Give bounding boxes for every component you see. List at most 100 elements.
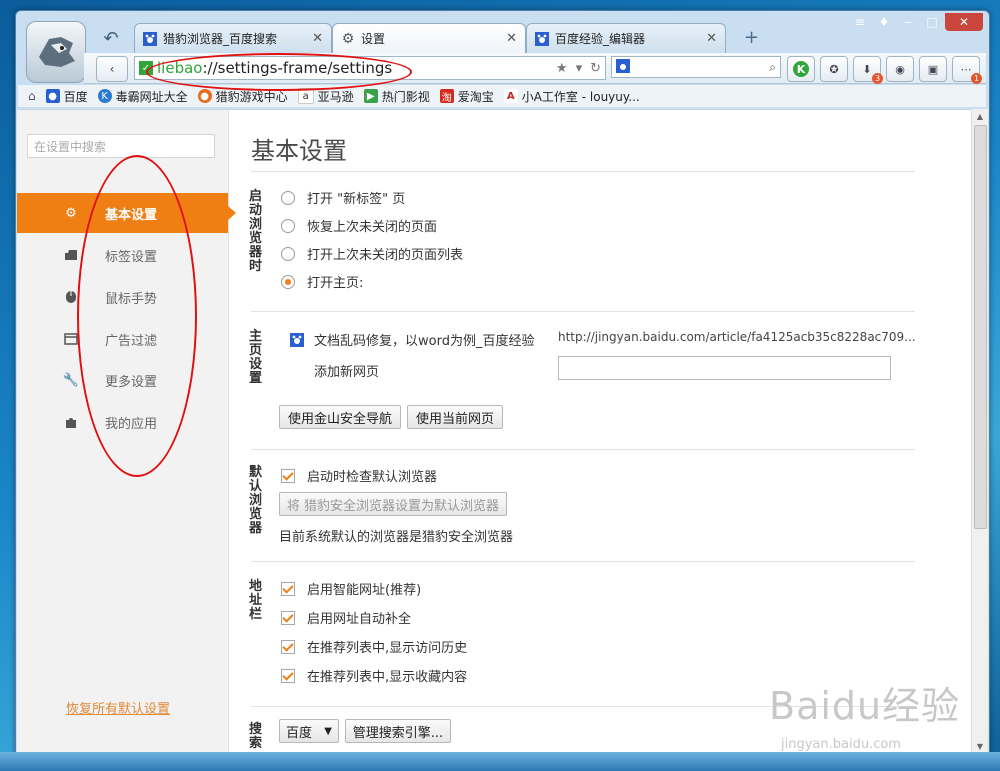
add-page-input[interactable] [558,356,891,380]
navigation-bar: ‹ ✓ liebao://settings-frame/settings ★ ▾… [84,53,986,84]
chevron-down-icon[interactable]: ▾ [576,61,583,76]
checkbox[interactable] [281,639,295,654]
set-default-browser-button[interactable]: 将 猎豹安全浏览器设置为默认浏览器 [279,492,507,516]
homepage-entry[interactable]: 文档乱码修复，以word为例_百度经验 [290,330,534,349]
startup-option-restore[interactable]: 恢复上次未关闭的页面 [281,216,437,235]
scroll-down-icon[interactable]: ▼ [972,739,988,753]
sidebar-item-more-settings[interactable]: 🔧 更多设置 [17,360,228,400]
k-icon: K [97,89,112,103]
startup-option-homepage[interactable]: 打开主页: [281,272,363,291]
favorites-button[interactable]: ✪ [820,56,848,82]
addressbar-option-smart[interactable]: 启用智能网址(推荐) [281,579,421,598]
refresh-icon[interactable]: ↻ [590,61,601,76]
scrollbar-thumb[interactable] [974,125,987,529]
bookmark-xiaoa[interactable]: A 小A工作室 - louyuy... [503,88,640,105]
back-history-icon[interactable]: ↶ [94,25,128,51]
menu-button[interactable]: ⋯ 1 [952,56,982,84]
bookmark-taobao[interactable]: 淘爱淘宝 [439,88,494,105]
tab-baidu-search[interactable]: 猎豹浏览器_百度搜索 ✕ [134,23,332,53]
tab-baidu-editor[interactable]: 百度经验_编辑器 ✕ [526,23,726,53]
tab-settings[interactable]: ⚙ 设置 ✕ [332,23,526,53]
sidebar-item-label: 更多设置 [105,374,158,390]
address-bar[interactable]: ✓ liebao://settings-frame/settings ★ ▾ ↻ [134,56,606,80]
amazon-icon: a [297,88,314,104]
more-icon: ⋯ [960,62,972,76]
maximize-button[interactable]: □ [921,13,943,31]
sidebar-item-mouse-gestures[interactable]: 鼠标手势 [17,277,228,317]
bookmark-label: 毒霸网址大全 [115,89,188,104]
bookmark-label: 爱淘宝 [457,89,494,104]
sidebar-item-tabs[interactable]: 标签设置 [17,235,228,275]
use-kingsoft-nav-button[interactable]: 使用金山安全导航 [279,405,401,429]
addressbar-option-autocomplete[interactable]: 启用网址自动补全 [281,608,411,627]
back-button[interactable]: ‹ [96,56,128,82]
search-engine-paw-icon[interactable] [616,58,630,76]
tab-label: 猎豹浏览器_百度搜索 [163,32,278,46]
close-icon[interactable]: ✕ [506,31,517,46]
puzzle-icon [63,414,79,430]
liebao-logo[interactable] [26,21,86,83]
scroll-up-icon[interactable]: ▲ [972,109,988,123]
search-engine-select[interactable]: 百度 ▼ [279,719,339,743]
addressbar-option-history[interactable]: 在推荐列表中,显示访问历史 [281,637,467,656]
option-label: 启用智能网址(推荐) [307,583,422,598]
radio-button-selected[interactable] [281,274,295,289]
settings-search-input[interactable]: 在设置中搜索 [27,134,215,158]
default-browser-section-label: 默认浏览器 [249,465,263,536]
wrench-icon: 🔧 [62,372,80,388]
option-label: 启用网址自动补全 [307,612,412,627]
search-icon[interactable]: ⌕ [769,60,776,75]
new-tab-button[interactable]: + [744,27,759,48]
close-icon[interactable]: ✕ [706,31,717,46]
bookmark-baidu[interactable]: ● 百度 [45,88,88,105]
kingsoft-button[interactable]: K [787,56,815,82]
use-current-page-button[interactable]: 使用当前网页 [407,405,503,429]
radio-button[interactable] [281,246,295,261]
sidebar-item-basic[interactable]: ⚙ 基本设置 [17,193,236,233]
tab-icon [63,247,79,263]
page-title: 基本设置 [251,137,347,165]
option-label: 在推荐列表中,显示收藏内容 [307,670,468,685]
restore-defaults-link[interactable]: 恢复所有默认设置 [66,698,170,717]
game-button[interactable]: ◉ [886,56,914,82]
star-icon[interactable]: ★ [556,61,568,76]
check-default-browser[interactable]: 启动时检查默认浏览器 [281,466,437,485]
option-label: 打开主页: [307,276,364,291]
checkbox[interactable] [281,581,295,596]
close-window-button[interactable]: ✕ [945,13,983,31]
bookmark-duba[interactable]: K 毒霸网址大全 [97,88,188,105]
search-box[interactable]: ⌕ [611,56,781,78]
checkbox[interactable] [281,468,295,483]
address-protocol: liebao [157,59,203,77]
vertical-scrollbar[interactable]: ▲ ▼ [971,109,988,753]
sidebar-item-ad-filter[interactable]: 广告过滤 [17,319,228,359]
gamepad-icon: ◉ [895,62,905,76]
settings-sidebar: 在设置中搜索 ⚙ 基本设置 标签设置 鼠标手势 广告过滤 🔧 更多设置 我的应用… [17,110,236,754]
addressbar-option-favorites[interactable]: 在推荐列表中,显示收藏内容 [281,666,467,685]
divider [251,449,915,450]
download-button[interactable]: ⬇ 3 [853,56,883,84]
chevron-down-icon: ▼ [324,725,332,737]
manage-search-engines-button[interactable]: 管理搜索引擎... [345,719,451,743]
home-icon[interactable]: ⌂ [28,89,36,103]
radio-button[interactable] [281,218,295,233]
startup-option-newtab[interactable]: 打开 "新标签" 页 [281,188,405,207]
sidebar-item-my-apps[interactable]: 我的应用 [17,402,228,442]
menu-icon[interactable]: ≡ [849,13,871,31]
skin-icon[interactable]: ♦ [873,13,895,31]
close-icon[interactable]: ✕ [312,31,323,46]
checkbox[interactable] [281,610,295,625]
startup-option-list[interactable]: 打开上次未关闭的页面列表 [281,244,463,263]
settings-page: 在设置中搜索 ⚙ 基本设置 标签设置 鼠标手势 广告过滤 🔧 更多设置 我的应用… [17,109,971,754]
tv-button[interactable]: ▣ [919,56,947,82]
tab-label: 设置 [361,32,386,46]
minimize-button[interactable]: ‒ [897,13,919,31]
bookmark-game-center[interactable]: ● 猎豹游戏中心 [197,88,288,105]
checkbox[interactable] [281,668,295,683]
sidebar-item-label: 我的应用 [105,416,158,432]
bookmark-videos[interactable]: ▶ 热门影视 [363,88,430,105]
radio-button[interactable] [281,190,295,205]
bookmark-amazon[interactable]: a 亚马逊 [297,88,354,105]
option-label: 恢复上次未关闭的页面 [307,220,438,235]
bookmark-label: 亚马逊 [317,89,354,104]
